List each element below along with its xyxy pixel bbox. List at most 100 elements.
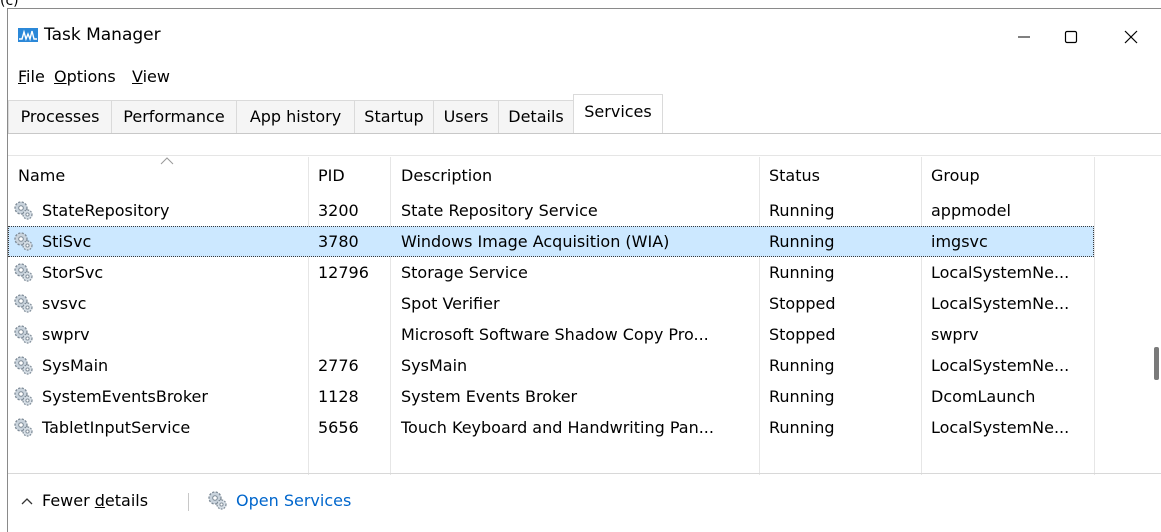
gear-icon [12,199,34,221]
open-services-label: Open Services [236,490,352,510]
cell-description: Microsoft Software Shadow Copy Pro... [401,325,709,344]
menu-options-accel: O [54,67,67,86]
gear-icon [12,292,34,314]
tab-app-history[interactable]: App history [236,100,355,134]
tab-startup[interactable]: Startup [354,100,434,134]
cell-description: Storage Service [401,263,528,282]
close-icon [1124,30,1138,44]
cell-status: Running [769,201,835,220]
cell-status: Running [769,232,835,251]
cell-name: TabletInputService [42,418,191,437]
tabs-divider [8,133,1161,134]
fewer-details-button[interactable]: Fewer details [20,491,148,510]
window-title: Task Manager [44,25,161,45]
fewer-details-accel: d [94,491,105,510]
menu-file-label: ile [26,67,45,86]
open-services-link[interactable]: Open Services [206,489,351,511]
cell-description: SysMain [401,356,468,375]
sort-ascending-icon [160,157,174,165]
column-header-group[interactable]: Group [931,166,980,185]
cell-pid: 3200 [318,201,359,220]
maximize-button[interactable] [1048,17,1094,57]
column-header-pid[interactable]: PID [318,166,345,185]
column-header-description[interactable]: Description [401,166,492,185]
column-header-name[interactable]: Name [18,166,65,185]
minimize-icon [1018,36,1030,38]
table-row[interactable]: StateRepository 3200 State Repository Serv… [8,195,1094,226]
cell-status: Running [769,387,835,406]
fewer-details-text: Fewer [42,491,95,510]
tab-processes[interactable]: Processes [8,100,112,134]
tab-details[interactable]: Details [498,100,574,134]
gear-icon [12,261,34,283]
gear-icon [12,385,34,407]
tab-services[interactable]: Services [573,94,663,134]
footer-separator [188,493,189,511]
cell-group: DcomLaunch [931,387,1036,406]
column-header-row: Name PID Description Status Group [8,157,1161,196]
table-row[interactable]: SysMain 2776 SysMain Running LocalSystemNe..… [8,350,1094,381]
vertical-scrollbar-thumb[interactable] [1154,347,1159,380]
footer-divider [8,473,1161,474]
gear-icon [12,323,34,345]
table-row[interactable]: SystemEventsBroker 1128 System Events Brok… [8,381,1094,412]
task-manager-window: Task Manager File Options View Processes… [7,8,1161,532]
column-header-status[interactable]: Status [769,166,820,185]
cell-pid: 3780 [318,232,359,251]
table-row[interactable]: svsvc Spot Verifier Stopped LocalSystemNe..… [8,288,1094,319]
fewer-details-label: Fewer details [42,491,148,510]
cell-group: imgsvc [931,232,988,251]
cell-name: StateRepository [42,201,170,220]
cell-status: Running [769,418,835,437]
minimize-button[interactable] [1001,17,1047,57]
cell-group: LocalSystemNe... [931,294,1070,313]
cell-pid: 1128 [318,387,359,406]
menu-bar: File Options View [8,61,1161,89]
menu-file-accel: F [18,67,27,86]
grid-top-divider [8,155,1161,156]
cell-group: LocalSystemNe... [931,263,1070,282]
menu-view[interactable]: View [132,67,170,86]
cell-description: Spot Verifier [401,294,500,313]
cell-group: LocalSystemNe... [931,418,1070,437]
cell-group: appmodel [931,201,1011,220]
cell-pid: 2776 [318,356,359,375]
cell-group: swprv [931,325,979,344]
cell-description: State Repository Service [401,201,598,220]
cell-name: SystemEventsBroker [42,387,208,406]
table-row[interactable]: StiSvc 3780 Windows Image Acquisition (WIA… [8,226,1094,257]
tab-performance[interactable]: Performance [111,100,237,134]
table-row[interactable]: swprv Microsoft Software Shadow Copy Pro.… [8,319,1094,350]
title-bar[interactable]: Task Manager [8,9,1161,59]
cell-pid: 12796 [318,263,369,282]
gear-icon [12,416,34,438]
gear-icon [208,491,227,510]
fewer-details-text-end: etails [104,491,149,510]
tab-users[interactable]: Users [433,100,499,134]
cell-description: Touch Keyboard and Handwriting Pan... [401,418,714,437]
cell-status: Stopped [769,325,836,344]
table-row[interactable]: TabletInputService 5656 Touch Keyboard and… [8,412,1094,443]
tab-strip: Processes Performance App history Startu… [8,94,1161,134]
column-divider[interactable] [1094,157,1095,475]
footer-bar: Fewer details Open Services [8,487,1161,517]
chevron-up-icon [21,497,33,504]
close-button[interactable] [1108,17,1154,57]
menu-view-accel: V [132,67,143,86]
cell-name: SysMain [42,356,109,375]
menu-file[interactable]: File [18,67,45,86]
cell-status: Running [769,356,835,375]
cell-name: StiSvc [42,232,92,251]
cell-name: StorSvc [42,263,104,282]
cell-description: System Events Broker [401,387,578,406]
table-row[interactable]: StorSvc 12796 Storage Service Running LocalS… [8,257,1094,288]
menu-options[interactable]: Options [54,67,116,86]
cell-status: Running [769,263,835,282]
cell-status: Stopped [769,294,836,313]
gear-icon [12,354,34,376]
maximize-icon [1064,30,1078,44]
menu-options-label: ptions [66,67,116,86]
menu-view-label: iew [142,67,170,86]
cell-name: swprv [42,325,90,344]
cell-description: Windows Image Acquisition (WIA) [401,232,670,251]
